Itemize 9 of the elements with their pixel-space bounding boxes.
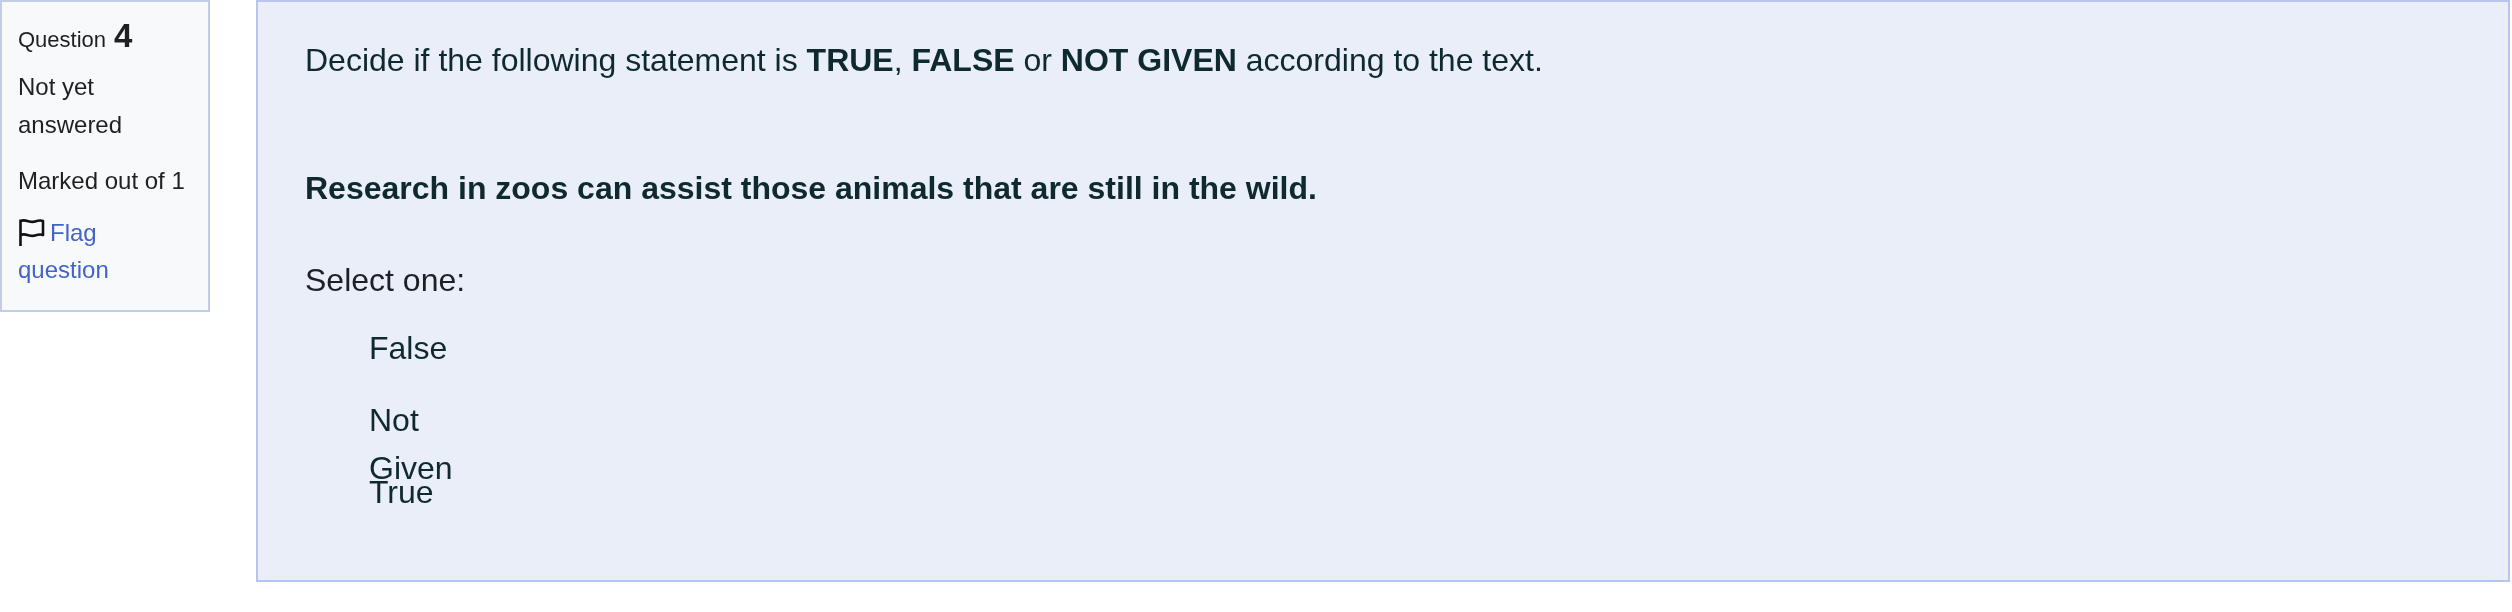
- flag-question-link[interactable]: Flag question: [18, 214, 188, 288]
- question-statement: Research in zoos can assist those animals that are still in the wild.: [305, 169, 1318, 208]
- question-instruction: Decide if the following statement is TRUE, FALSE or NOT GIVEN according to the text.: [305, 41, 1544, 80]
- grade-info: Marked out of 1: [18, 166, 186, 196]
- answer-state: Not yet answered: [18, 72, 124, 140]
- answer-option[interactable]: False: [369, 324, 481, 372]
- flag-icon: [18, 218, 45, 247]
- select-prompt: Select one:: [305, 261, 467, 300]
- question-number: Question 4: [18, 16, 133, 56]
